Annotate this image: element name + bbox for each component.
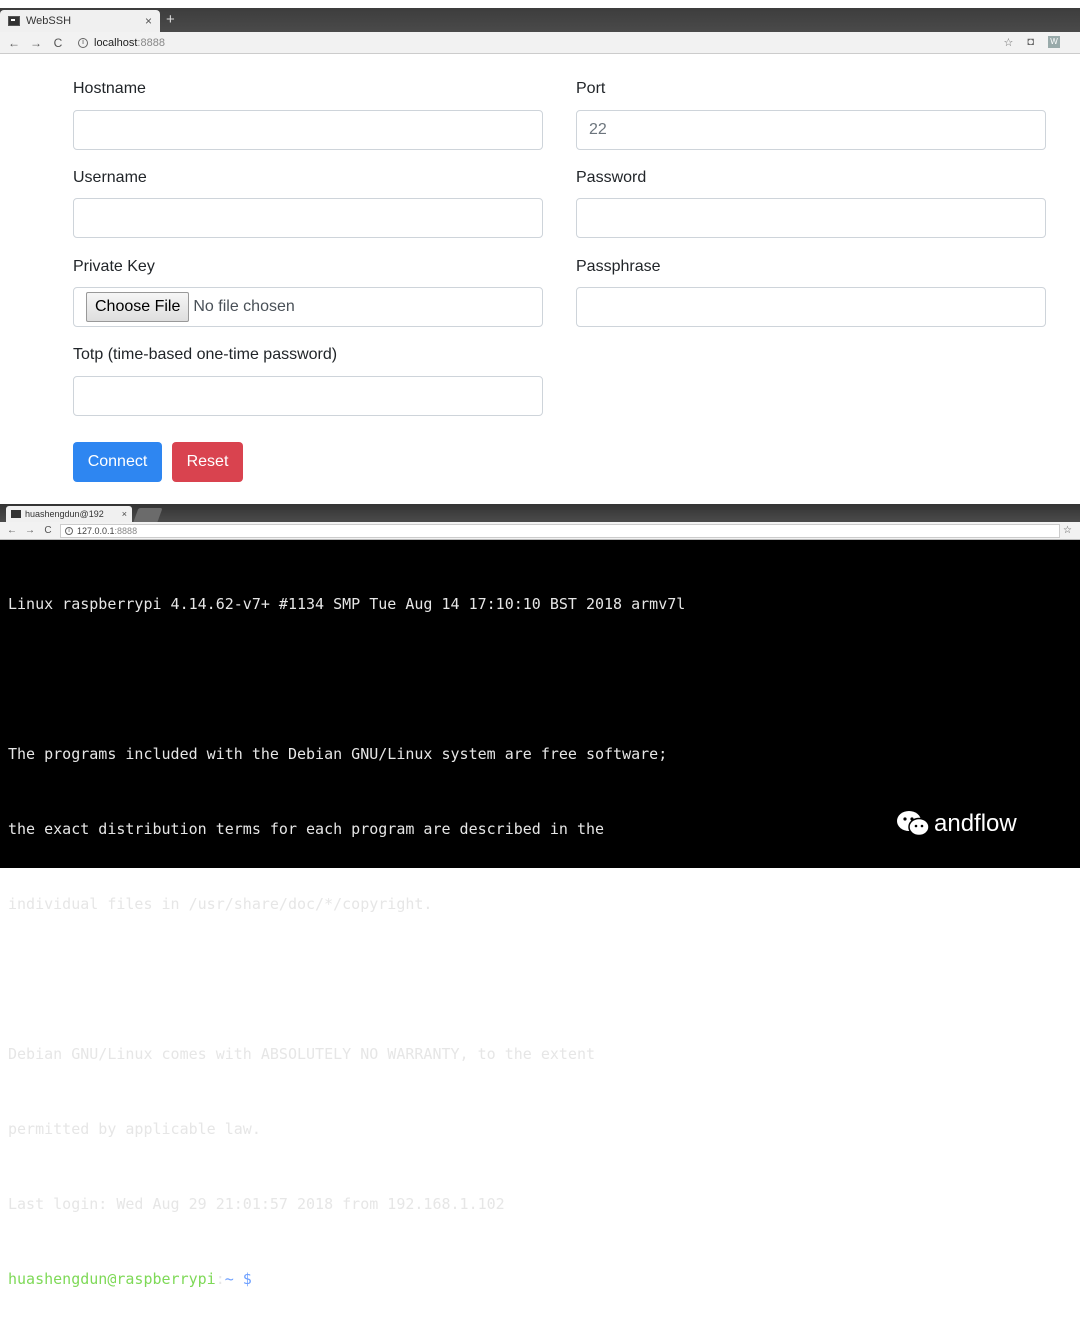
prompt-path: ~ $ xyxy=(224,1270,252,1288)
choose-file-button[interactable]: Choose File xyxy=(86,292,190,322)
close-icon[interactable]: × xyxy=(145,14,152,28)
info-icon[interactable]: i xyxy=(65,526,73,535)
hostname-input[interactable] xyxy=(73,110,543,150)
tab-terminal[interactable]: huashengdun@192 × xyxy=(6,506,132,522)
terminal-line: Linux raspberrypi 4.14.62-v7+ #1134 SMP … xyxy=(8,595,686,613)
terminal-line: Debian GNU/Linux comes with ABSOLUTELY N… xyxy=(8,1045,595,1063)
password-label: Password xyxy=(576,169,647,186)
camera-icon[interactable]: ◘ xyxy=(1027,36,1034,49)
terminal-line: The programs included with the Debian GN… xyxy=(8,745,668,763)
reload-icon[interactable]: C xyxy=(50,36,66,50)
back-icon[interactable]: ← xyxy=(6,525,18,536)
terminal-line: permitted by applicable law. xyxy=(8,1120,261,1138)
port-label: Port xyxy=(576,80,606,97)
forward-icon[interactable]: → xyxy=(24,525,36,536)
toolbar-icons: ☆ ◘ W xyxy=(1003,36,1060,49)
no-file-text: No file chosen xyxy=(193,298,295,315)
url-field[interactable]: i 127.0.0.1 :8888 xyxy=(60,523,1060,538)
tab-strip: WebSSH × + xyxy=(0,8,1080,32)
wechat-icon xyxy=(897,811,930,837)
tab-strip: huashengdun@192 × xyxy=(0,504,1080,522)
totp-label: Totp (time-based one-time password) xyxy=(73,346,338,363)
reset-button[interactable]: Reset xyxy=(172,442,243,482)
tab-title: huashengdun@192 xyxy=(25,509,104,519)
forward-icon[interactable]: → xyxy=(28,36,44,50)
tab-webssh[interactable]: WebSSH × xyxy=(0,10,160,32)
ssh-login-form: Hostname Port 22 Username Password Priva… xyxy=(0,54,1080,498)
terminal-line: Last login: Wed Aug 29 21:01:57 2018 fro… xyxy=(8,1195,505,1213)
back-icon[interactable]: ← xyxy=(6,36,22,50)
watermark: andflow xyxy=(896,810,1017,838)
watermark-text: andflow xyxy=(934,810,1017,837)
url-port: :8888 xyxy=(137,36,165,49)
new-tab-button[interactable]: + xyxy=(166,10,175,30)
bookmark-star-icon[interactable]: ☆ xyxy=(1003,36,1013,49)
prompt-separator: : xyxy=(215,1270,225,1288)
url-port: :8888 xyxy=(114,525,138,536)
new-tab-button[interactable] xyxy=(133,508,163,522)
passphrase-input[interactable] xyxy=(576,287,1046,327)
url-host: 127.0.0.1 xyxy=(77,525,115,536)
private-key-file-input[interactable]: Choose File No file chosen xyxy=(73,287,543,327)
address-bar: ← → C i localhost :8888 ☆ ◘ W xyxy=(0,32,1080,54)
hostname-label: Hostname xyxy=(73,80,146,97)
tab-title: WebSSH xyxy=(26,15,72,27)
terminal-browser-window: huashengdun@192 × ← → C i 127.0.0.1 :888… xyxy=(0,504,1080,1288)
webssh-browser-window: WebSSH × + ← → C i localhost :8888 ☆ ◘ W… xyxy=(0,0,1080,498)
prompt-user: huashengdun@raspberrypi xyxy=(8,1270,216,1288)
url-host: localhost xyxy=(94,36,138,49)
close-icon[interactable]: × xyxy=(122,509,127,519)
username-label: Username xyxy=(73,169,147,186)
address-bar: ← → C i 127.0.0.1 :8888 ☆ xyxy=(0,522,1080,540)
terminal-icon xyxy=(8,16,20,26)
connect-button[interactable]: Connect xyxy=(73,442,162,482)
username-input[interactable] xyxy=(73,198,543,238)
url-field[interactable]: i localhost :8888 xyxy=(78,37,165,49)
terminal-icon xyxy=(11,510,21,518)
terminal-line: individual files in /usr/share/doc/*/cop… xyxy=(8,895,433,913)
password-input[interactable] xyxy=(576,198,1046,238)
bookmark-star-icon[interactable]: ☆ xyxy=(1063,525,1072,536)
shell-prompt: huashengdun@raspberrypi:~ $ xyxy=(8,1267,1080,1292)
reload-icon[interactable]: C xyxy=(42,525,54,536)
passphrase-label: Passphrase xyxy=(576,258,661,275)
port-input[interactable]: 22 xyxy=(576,110,1046,150)
extension-icon[interactable]: W xyxy=(1048,36,1060,48)
info-icon[interactable]: i xyxy=(78,37,88,48)
private-key-label: Private Key xyxy=(73,258,155,275)
totp-input[interactable] xyxy=(73,376,543,416)
